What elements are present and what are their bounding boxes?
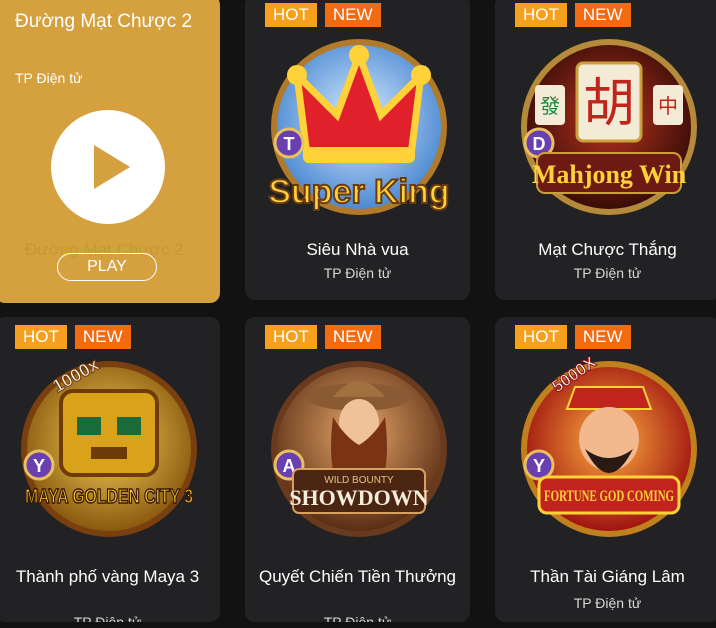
tier-icon: Y bbox=[533, 456, 545, 476]
hot-badge: HOT bbox=[515, 325, 567, 349]
game-name: Thần Tài Giáng Lâm bbox=[530, 567, 685, 586]
game-card[interactable]: HOT NEW A WILD BOUNTY SHOWDOWN Quyết Chi… bbox=[245, 317, 470, 622]
game-logo-text: SHOWDOWN bbox=[289, 485, 428, 510]
game-logo-text: Mahjong Win bbox=[532, 160, 687, 189]
hot-badge: HOT bbox=[15, 325, 67, 349]
tier-icon: D bbox=[533, 134, 546, 154]
game-card-hovered[interactable]: Đường Mạt Chược 2 Đường Mạt Chược 2 TP Đ… bbox=[0, 0, 220, 303]
hot-badge: HOT bbox=[265, 325, 317, 349]
play-icon[interactable] bbox=[51, 110, 165, 224]
game-card[interactable]: HOT NEW 胡 發 中 D Mahjong Win Mạt Chược Th… bbox=[495, 0, 716, 300]
game-name: Quyết Chiến Tiền Thưởng bbox=[258, 567, 457, 586]
game-thumbnail[interactable]: 1000x Y MAYA GOLDEN CITY 3 bbox=[17, 357, 201, 541]
svg-text:發: 發 bbox=[540, 94, 560, 118]
svg-text:胡: 胡 bbox=[583, 74, 635, 134]
game-thumbnail[interactable]: 胡 發 中 D Mahjong Win bbox=[517, 35, 701, 219]
game-provider: TP Điện tử bbox=[73, 614, 142, 622]
game-card[interactable]: HOT NEW T Super King Siêu Nhà vua TP Điệ… bbox=[245, 0, 470, 300]
hot-badge: HOT bbox=[265, 3, 317, 27]
svg-text:中: 中 bbox=[658, 94, 678, 118]
tier-icon: T bbox=[284, 134, 295, 154]
game-provider: TP Điện tử bbox=[323, 614, 392, 622]
game-card[interactable]: HOT NEW 1000x Y MAYA GOLDEN CITY 3 Thành… bbox=[0, 317, 220, 622]
game-name: Thành phố vàng Maya 3 bbox=[15, 567, 200, 586]
new-badge: NEW bbox=[324, 3, 381, 27]
play-button[interactable]: PLAY bbox=[57, 253, 157, 281]
game-thumbnail[interactable]: T Super King bbox=[267, 35, 451, 219]
game-name: Siêu Nhà vua bbox=[306, 240, 409, 259]
new-badge: NEW bbox=[574, 325, 631, 349]
game-title: Đường Mạt Chược 2 bbox=[15, 11, 193, 32]
game-provider: TP Điện tử bbox=[15, 70, 83, 86]
game-provider: TP Điện tử bbox=[573, 265, 642, 281]
game-provider: TP Điện tử bbox=[323, 265, 392, 281]
game-provider: TP Điện tử bbox=[573, 595, 642, 611]
game-card[interactable]: HOT NEW 5000X Y FORTUNE GOD COMING Thần … bbox=[495, 317, 716, 622]
tier-icon: Y bbox=[33, 456, 45, 476]
game-logo-text: Super King bbox=[268, 173, 449, 211]
game-logo-text: FORTUNE GOD COMING bbox=[544, 488, 674, 505]
new-badge: NEW bbox=[324, 325, 381, 349]
hot-badge: HOT bbox=[515, 3, 567, 27]
game-name: Mạt Chược Thắng bbox=[538, 240, 677, 259]
game-thumbnail[interactable]: 5000X Y FORTUNE GOD COMING bbox=[517, 357, 701, 541]
new-badge: NEW bbox=[74, 325, 131, 349]
game-thumbnail[interactable]: A WILD BOUNTY SHOWDOWN bbox=[267, 357, 451, 541]
new-badge: NEW bbox=[574, 3, 631, 27]
game-logo-text: MAYA GOLDEN CITY 3 bbox=[25, 486, 193, 508]
